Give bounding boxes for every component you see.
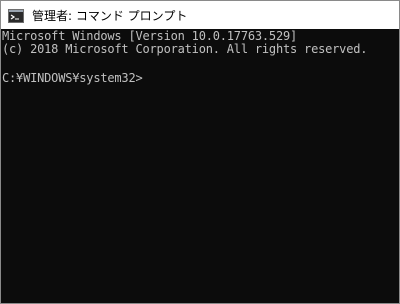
command-prompt-window[interactable]: 管理者: コマンド プロンプト Microsoft Windows [Versi…	[0, 0, 400, 304]
window-title: 管理者: コマンド プロンプト	[32, 8, 188, 23]
console-prompt[interactable]: C:¥WINDOWS¥system32>	[2, 71, 143, 86]
title-bar[interactable]: 管理者: コマンド プロンプト	[1, 1, 399, 29]
console-output[interactable]: Microsoft Windows [Version 10.0.17763.52…	[1, 29, 399, 303]
console-app-icon	[8, 8, 24, 23]
console-line-copyright: (c) 2018 Microsoft Corporation. All righ…	[2, 42, 368, 56]
